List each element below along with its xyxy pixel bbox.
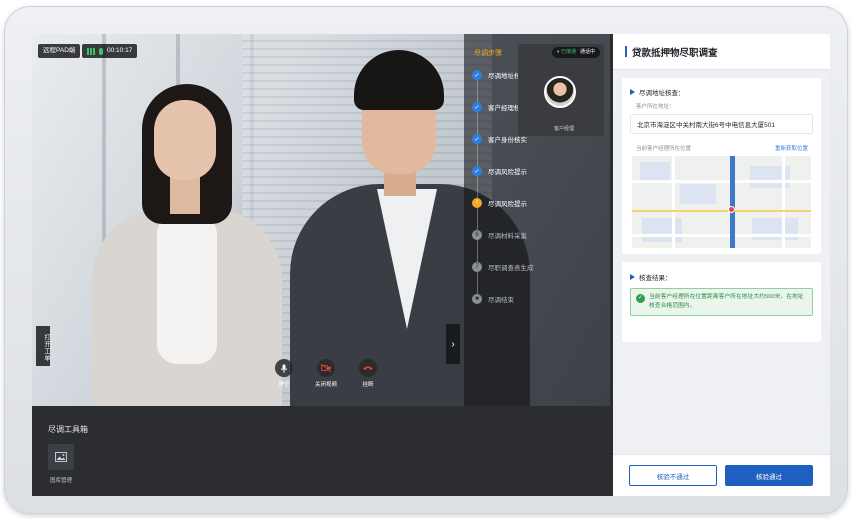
check-circle-icon: ✓ — [636, 294, 645, 303]
address-check-card: 尽调地址核查： 客户所在地址： 当前客户经理所在位置 重新获取位置 — [622, 78, 821, 254]
address-input[interactable] — [630, 114, 813, 134]
mute-button[interactable]: 静音 — [270, 359, 298, 388]
map-block — [640, 162, 670, 180]
step-check-icon: ✓ — [472, 102, 482, 112]
hangup-button[interactable]: 挂断 — [354, 359, 382, 388]
check-result-title-text: 核查结果： — [639, 275, 672, 282]
mic-level-icon — [99, 47, 103, 55]
map-main-road — [730, 156, 735, 248]
signal-icon — [87, 47, 95, 55]
check-result-title: 核查结果： — [630, 272, 672, 282]
refresh-location-link[interactable]: 重新获取位置 — [775, 144, 808, 152]
person-woman-neck — [170, 174, 200, 214]
person-woman-shirt — [157, 214, 217, 364]
pip-status-call: 通话中 — [579, 49, 595, 55]
title-accent-bar — [625, 46, 627, 57]
flag-icon — [630, 89, 635, 95]
steps-title: 尽调步骤 — [474, 50, 502, 57]
step-item-active[interactable]: ! 尽调风险提示 — [472, 198, 527, 208]
pip-caption: 客户经理 — [554, 126, 575, 132]
step-label: 尽调结束 — [488, 297, 514, 304]
step-end-icon: ■ — [472, 294, 482, 304]
camera-off-label: 关闭视频 — [314, 382, 337, 388]
microphone-icon — [275, 359, 293, 377]
step-label: 尽调风险提示 — [488, 201, 527, 208]
panel-header: 贷款抵押物尽职调查 — [613, 34, 830, 70]
step-item[interactable]: ✓ 尽调风险提示 — [472, 166, 527, 176]
picture-in-picture[interactable]: ● 已接通 通话中 客户经理 — [518, 44, 604, 136]
hangup-label: 挂断 — [362, 382, 374, 388]
address-check-title-text: 尽调地址核查： — [639, 90, 685, 97]
panel-title: 贷款抵押物尽职调查 — [632, 48, 718, 59]
call-timer: 00:10:17 — [82, 44, 138, 58]
person-woman-face — [154, 100, 216, 180]
step-check-icon: ✓ — [472, 70, 482, 80]
chevron-right-icon: › — [451, 338, 455, 350]
reject-button[interactable]: 核验不通过 — [629, 465, 717, 486]
step-item[interactable]: 7 尽职调查表生成 — [472, 262, 534, 272]
pass-button[interactable]: 核验通过 — [725, 465, 813, 486]
pip-status-connected: ● 已接通 — [556, 49, 576, 55]
camera-off-button[interactable]: 关闭视频 — [312, 359, 340, 388]
manager-avatar — [544, 76, 576, 108]
step-number-icon: 6 — [472, 230, 482, 240]
step-active-icon: ! — [472, 198, 482, 208]
location-label: 当前客户经理所在位置 — [636, 146, 692, 152]
step-label: 尽职调查表生成 — [488, 265, 534, 272]
location-row: 当前客户经理所在位置 重新获取位置 — [636, 144, 808, 152]
step-check-icon: ✓ — [472, 166, 482, 176]
step-item[interactable]: ■ 尽调结束 — [472, 294, 514, 304]
device-badge: 远程PAD端 — [38, 44, 81, 58]
step-check-icon: ✓ — [472, 134, 482, 144]
result-message-box: ✓ 当前客户经理所在位置距离客户所在地址大约500米，在地址核查合格范围内。 — [630, 288, 813, 316]
map-road — [672, 156, 675, 248]
app-screen: 远程PAD端 00:10:17 打开工单 静音 关闭视频 挂断 尽调步骤 ✓ 尽… — [32, 34, 830, 496]
video-call-view: 远程PAD端 00:10:17 打开工单 静音 关闭视频 挂断 尽调步骤 ✓ 尽… — [32, 34, 610, 406]
map-block — [680, 184, 716, 204]
map-block — [642, 218, 682, 242]
tablet-frame: 远程PAD端 00:10:17 打开工单 静音 关闭视频 挂断 尽调步骤 ✓ 尽… — [4, 6, 848, 514]
toolbox-title: 尽调工具箱 — [48, 425, 88, 434]
map-road — [782, 156, 785, 248]
mute-label: 静音 — [278, 382, 290, 388]
gallery-tool-button[interactable]: 图库管理 — [48, 444, 74, 484]
camera-off-icon — [317, 359, 335, 377]
open-work-order-tab[interactable]: 打开工单 — [36, 326, 50, 366]
step-label: 尽调材料采集 — [488, 233, 527, 240]
phone-hangup-icon — [359, 359, 377, 377]
pip-status: ● 已接通 通话中 — [551, 47, 600, 58]
address-field-label: 客户所在地址： — [636, 104, 675, 110]
step-item[interactable]: 6 尽调材料采集 — [472, 230, 527, 240]
step-number-icon: 7 — [472, 262, 482, 272]
collapse-steps-button[interactable]: › — [446, 324, 460, 364]
verification-panel: 贷款抵押物尽职调查 尽调地址核查： 客户所在地址： 当前客户经理所在位置 重新获… — [613, 34, 830, 496]
check-result-card: 核查结果： ✓ 当前客户经理所在位置距离客户所在地址大约500米，在地址核查合格… — [622, 262, 821, 342]
location-map[interactable] — [632, 156, 811, 248]
image-icon — [48, 444, 74, 470]
panel-footer: 核验不通过 核验通过 — [613, 454, 830, 496]
flag-icon — [630, 274, 635, 280]
result-message: 当前客户经理所在位置距离客户所在地址大约500米，在地址核查合格范围内。 — [649, 294, 804, 309]
location-pin-icon — [728, 206, 735, 213]
call-controls: 静音 关闭视频 挂断 — [270, 359, 382, 388]
toolbox: 尽调工具箱 图库管理 — [32, 406, 610, 496]
call-timer-value: 00:10:17 — [107, 47, 133, 54]
address-check-title: 尽调地址核查： — [630, 87, 685, 97]
step-label: 尽调风险提示 — [488, 169, 527, 176]
map-road-highlight — [632, 210, 811, 212]
gallery-tool-label: 图库管理 — [49, 478, 72, 484]
